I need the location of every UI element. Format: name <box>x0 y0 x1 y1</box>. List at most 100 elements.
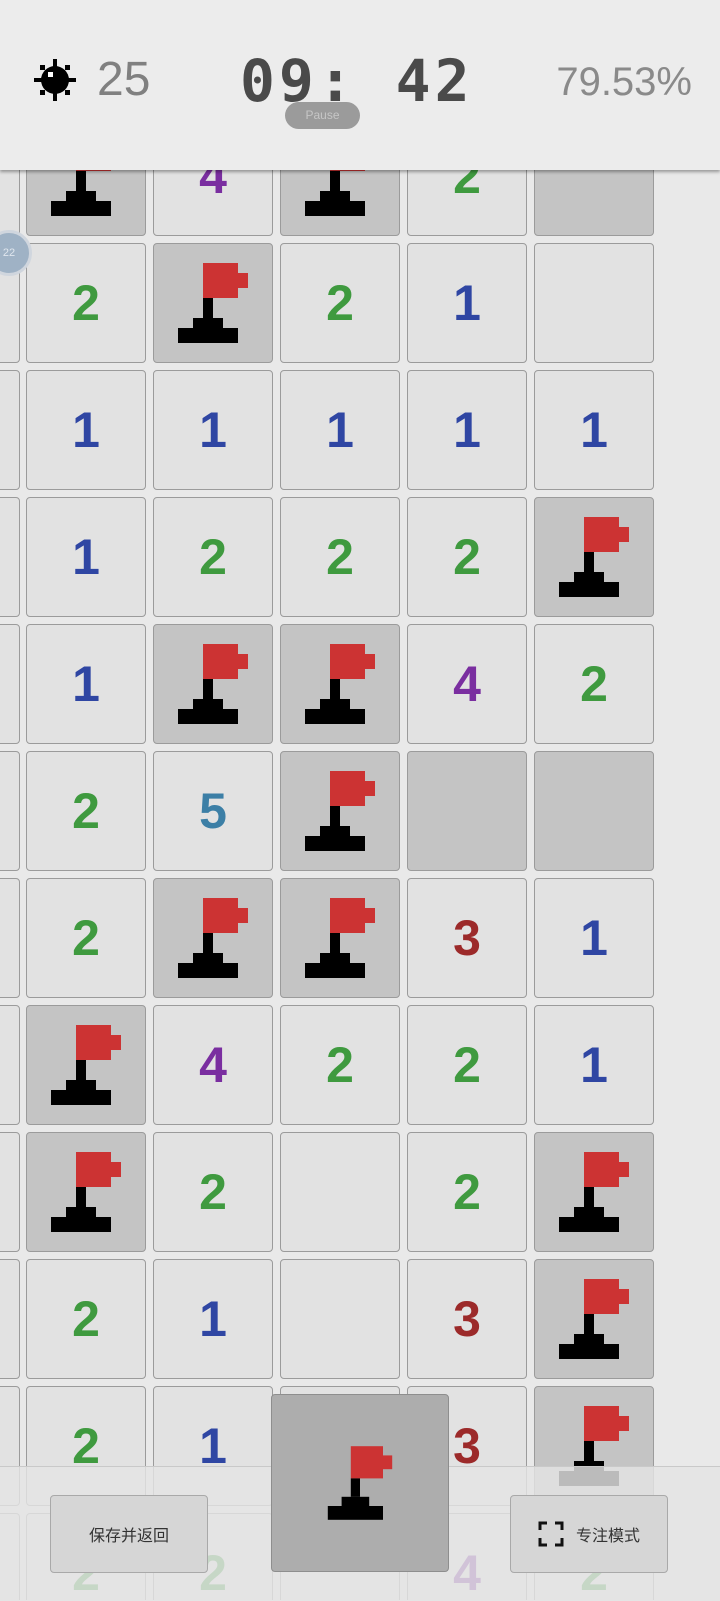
flag-icon <box>559 1152 629 1232</box>
cell-number: 2 <box>453 529 481 585</box>
flag-icon <box>178 644 248 724</box>
number-cell[interactable]: 1 <box>407 243 527 363</box>
number-cell[interactable]: 1 <box>26 497 146 617</box>
cell-number: 4 <box>453 656 481 712</box>
flagged-cell[interactable] <box>153 624 273 744</box>
flag-icon <box>178 898 248 978</box>
cell-number: 2 <box>72 910 100 966</box>
game-header: 25 09: 42 Pause 79.53% <box>0 0 720 170</box>
number-cell[interactable]: 2 <box>26 878 146 998</box>
flag-icon <box>305 898 375 978</box>
number-cell[interactable]: 1 <box>534 878 654 998</box>
flag-mode-toggle[interactable] <box>271 1394 449 1572</box>
flagged-cell[interactable] <box>26 1132 146 1252</box>
game-timer: 09: 42 <box>240 47 474 115</box>
number-cell[interactable]: 4 <box>153 1005 273 1125</box>
cell-number: 2 <box>199 529 227 585</box>
empty-cell[interactable] <box>280 1132 400 1252</box>
cell-number: 1 <box>453 275 481 331</box>
number-cell[interactable]: 1 <box>153 370 273 490</box>
empty-cell[interactable] <box>280 1259 400 1379</box>
flagged-cell[interactable] <box>26 1005 146 1125</box>
cell-number: 1 <box>72 656 100 712</box>
number-cell[interactable]: 1 <box>534 370 654 490</box>
focus-mode-label: 专注模式 <box>575 1528 640 1545</box>
minefield-board: 42221111111222142252314221222132132242 <box>0 0 720 1600</box>
cell-number: 3 <box>453 1291 481 1347</box>
board-cell-edge[interactable] <box>0 751 20 871</box>
cell-number: 3 <box>453 910 481 966</box>
number-cell[interactable]: 3 <box>407 1259 527 1379</box>
flagged-cell[interactable] <box>534 1259 654 1379</box>
cell-number: 2 <box>580 656 608 712</box>
number-cell[interactable]: 2 <box>407 1005 527 1125</box>
cell-number: 1 <box>72 529 100 585</box>
empty-cell[interactable] <box>534 243 654 363</box>
mine-icon <box>34 59 76 101</box>
number-cell[interactable]: 2 <box>280 1005 400 1125</box>
number-cell[interactable]: 5 <box>153 751 273 871</box>
save-and-return-button[interactable]: 保存并返回 <box>50 1495 208 1573</box>
cell-number: 2 <box>72 783 100 839</box>
save-and-return-label: 保存并返回 <box>88 1528 169 1545</box>
number-cell[interactable]: 4 <box>407 624 527 744</box>
flagged-cell[interactable] <box>280 624 400 744</box>
cell-number: 1 <box>580 1037 608 1093</box>
flag-icon <box>51 1152 121 1232</box>
cell-number: 2 <box>326 529 354 585</box>
flag-icon <box>327 1446 393 1520</box>
cell-number: 1 <box>580 402 608 458</box>
flag-icon <box>559 517 629 597</box>
number-cell[interactable]: 3 <box>407 878 527 998</box>
cell-number: 1 <box>72 402 100 458</box>
cell-number: 2 <box>453 1037 481 1093</box>
cell-number: 4 <box>199 1037 227 1093</box>
flag-icon <box>305 644 375 724</box>
number-cell[interactable]: 1 <box>280 370 400 490</box>
number-cell[interactable]: 2 <box>280 497 400 617</box>
board-cell-edge[interactable] <box>0 370 20 490</box>
board-cell-edge[interactable] <box>0 878 20 998</box>
flagged-cell[interactable] <box>153 878 273 998</box>
flagged-cell[interactable] <box>534 1132 654 1252</box>
flagged-cell[interactable] <box>534 497 654 617</box>
progress-percent: 79.53% <box>556 60 692 104</box>
cell-number: 2 <box>453 1164 481 1220</box>
flag-icon <box>51 1025 121 1105</box>
flagged-cell[interactable] <box>280 751 400 871</box>
flagged-cell[interactable] <box>280 878 400 998</box>
number-cell[interactable]: 1 <box>26 370 146 490</box>
mines-remaining-counter: 25 <box>97 53 151 106</box>
board-cell-edge[interactable] <box>0 1259 20 1379</box>
number-cell[interactable]: 2 <box>26 751 146 871</box>
number-cell[interactable]: 1 <box>534 1005 654 1125</box>
number-cell[interactable]: 2 <box>407 497 527 617</box>
cell-number: 2 <box>72 1291 100 1347</box>
number-cell[interactable]: 2 <box>153 1132 273 1252</box>
board-cell-edge[interactable] <box>0 497 20 617</box>
pause-button[interactable]: Pause <box>285 102 360 129</box>
number-cell[interactable]: 2 <box>153 497 273 617</box>
unrevealed-cell[interactable] <box>534 751 654 871</box>
number-cell[interactable]: 2 <box>26 1259 146 1379</box>
number-cell[interactable]: 1 <box>153 1259 273 1379</box>
board-cell-edge[interactable] <box>0 1005 20 1125</box>
board-cell-edge[interactable] <box>0 1132 20 1252</box>
cell-number: 1 <box>199 1291 227 1347</box>
number-cell[interactable]: 2 <box>534 624 654 744</box>
number-cell[interactable]: 2 <box>407 1132 527 1252</box>
cell-number: 2 <box>199 1164 227 1220</box>
number-cell[interactable]: 2 <box>26 243 146 363</box>
flagged-cell[interactable] <box>153 243 273 363</box>
unrevealed-cell[interactable] <box>407 751 527 871</box>
cell-number: 1 <box>580 910 608 966</box>
cell-number: 1 <box>199 402 227 458</box>
cell-number: 1 <box>453 402 481 458</box>
number-cell[interactable]: 1 <box>407 370 527 490</box>
number-cell[interactable]: 1 <box>26 624 146 744</box>
cell-number: 1 <box>326 402 354 458</box>
number-cell[interactable]: 2 <box>280 243 400 363</box>
focus-mode-button[interactable]: 专注模式 <box>510 1495 668 1573</box>
board-cell-edge[interactable] <box>0 624 20 744</box>
flag-icon <box>559 1279 629 1359</box>
